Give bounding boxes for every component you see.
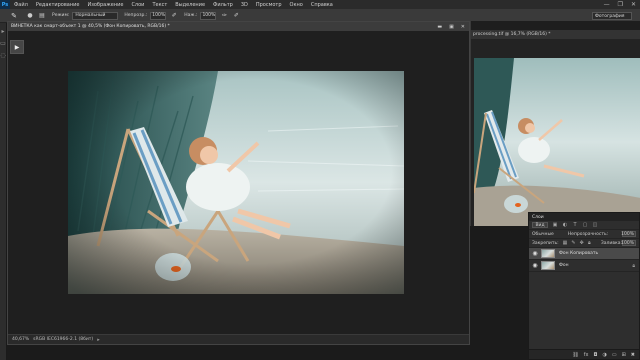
link-icon[interactable]: ⛓: [572, 352, 578, 358]
new-layer-icon[interactable]: ⊞: [622, 352, 626, 358]
status-menu-icon[interactable]: ▸: [97, 337, 100, 343]
menu-window[interactable]: Окно: [290, 2, 303, 8]
blend-mode-select[interactable]: Обычные: [532, 232, 554, 237]
layer-name: Фон Копировать: [559, 251, 599, 256]
doc-close-icon[interactable]: ✕: [461, 24, 465, 30]
layer-lock-icon: 🔒︎: [632, 262, 635, 269]
brush-panel-icon[interactable]: ▤: [38, 12, 46, 20]
second-document-titlebar[interactable]: processing.tif @ 16,7% (RGB/16) *: [471, 30, 640, 39]
layer-thumbnail: [541, 261, 555, 270]
opacity-label: Непрозр.:: [124, 13, 148, 18]
document-info: sRGB IEC61966-2.1 (8бит): [33, 337, 94, 342]
trash-icon[interactable]: ✖: [631, 352, 635, 358]
menu-items: Файл Редактирование Изображение Слои Тек…: [14, 2, 333, 8]
lock-all-icon[interactable]: 🔒︎: [588, 240, 591, 246]
adjustment-icon[interactable]: ◑: [602, 352, 606, 358]
layer-kind-filter[interactable]: Вид: [532, 222, 548, 228]
lock-transparent-icon[interactable]: ▦: [563, 240, 568, 246]
document-titlebar[interactable]: ВИНЕТКА как смарт-объект 1 @ 40,5% (Фон …: [8, 22, 469, 31]
document-title: ВИНЕТКА как смарт-объект 1 @ 40,5% (Фон …: [11, 24, 170, 29]
status-bar: 40,67% sRGB IEC61966-2.1 (8бит) ▸: [8, 334, 469, 344]
airbrush-icon[interactable]: ✑: [220, 12, 228, 20]
pixel-filter-icon[interactable]: ▣: [552, 222, 558, 228]
play-icon[interactable]: ▶: [10, 40, 24, 54]
window-controls: — ❐ ✕: [604, 0, 636, 9]
flow-label: Наж.:: [184, 13, 198, 18]
lock-position-icon[interactable]: ✥: [580, 240, 584, 246]
visibility-eye-icon[interactable]: ◉: [531, 262, 539, 269]
mode-select[interactable]: Нормальный: [72, 11, 119, 20]
shape-filter-icon[interactable]: ▢: [582, 222, 588, 228]
menu-3d[interactable]: 3D: [241, 2, 248, 8]
canvas-photo[interactable]: [68, 71, 404, 294]
blend-row: Обычные Непрозрачность: 100%: [529, 230, 639, 239]
app-logo: Ps: [0, 0, 10, 9]
zoom-readout[interactable]: 40,67%: [12, 337, 29, 342]
minimize-icon[interactable]: —: [604, 1, 610, 8]
mask-icon[interactable]: ◘: [594, 352, 598, 358]
layer-name: Фон: [559, 263, 569, 268]
document-window: ВИНЕТКА как смарт-объект 1 @ 40,5% (Фон …: [7, 21, 470, 345]
close-icon[interactable]: ✕: [631, 1, 636, 8]
menu-view[interactable]: Просмотр: [256, 2, 282, 8]
second-document-window: processing.tif @ 16,7% (RGB/16) *: [470, 21, 640, 226]
layer-opacity-field[interactable]: 100%: [621, 231, 636, 237]
photo-artwork: [68, 71, 404, 294]
opacity-field[interactable]: 100%: [150, 11, 167, 20]
second-canvas-photo[interactable]: [474, 58, 640, 226]
fill-label: Заливка:: [600, 240, 622, 246]
menu-help[interactable]: Справка: [311, 2, 333, 8]
layer-thumbnail: [541, 249, 555, 258]
lock-label: Закрепить:: [532, 240, 559, 246]
layer-row-bg[interactable]: ◉ Фон 🔒︎: [529, 260, 639, 272]
menu-file[interactable]: Файл: [14, 2, 28, 8]
layer-filter-row: Вид ▣ ◐ T ▢ ◫: [529, 221, 639, 230]
layers-tab[interactable]: Слои: [529, 213, 639, 221]
layer-opacity-label: Непрозрачность:: [567, 231, 609, 237]
workspace-select[interactable]: Фотография: [592, 12, 632, 20]
restore-icon[interactable]: ❐: [618, 1, 623, 8]
layer-row-bg-copy[interactable]: ◉ Фон Копировать: [529, 248, 639, 260]
fx-icon[interactable]: fx: [584, 352, 589, 358]
layers-footer: ⛓ fx ◘ ◑ ▭ ⊞ ✖: [529, 349, 639, 359]
brush-icon[interactable]: ✎: [6, 11, 22, 21]
lasso-tool-icon[interactable]: ◌: [0, 51, 6, 59]
brush-preset-icon[interactable]: ●: [26, 12, 34, 20]
menu-filter[interactable]: Фильтр: [213, 2, 233, 8]
menu-image[interactable]: Изображение: [87, 2, 123, 8]
layers-panel: Слои Вид ▣ ◐ T ▢ ◫ Обычные Непрозрачност…: [528, 212, 640, 360]
second-document-spacer: [471, 21, 640, 30]
marquee-tool-icon[interactable]: ▭: [0, 39, 6, 47]
canvas-area[interactable]: ▶: [8, 31, 469, 336]
mode-label: Режим:: [52, 13, 70, 18]
type-filter-icon[interactable]: T: [572, 222, 578, 228]
pressure-opacity-icon[interactable]: ✐: [170, 12, 178, 20]
second-document-title: processing.tif @ 16,7% (RGB/16) *: [473, 32, 551, 37]
lock-pixels-icon[interactable]: ✎: [571, 240, 575, 246]
lock-row: Закрепить: ▦ ✎ ✥ 🔒︎ Заливка: 100%: [529, 239, 639, 248]
visibility-eye-icon[interactable]: ◉: [531, 250, 539, 257]
flow-field[interactable]: 100%: [200, 11, 217, 20]
smart-filter-icon[interactable]: ◫: [592, 222, 598, 228]
fill-field[interactable]: 100%: [621, 240, 636, 246]
folder-icon[interactable]: ▭: [612, 352, 617, 358]
menu-layers[interactable]: Слои: [131, 2, 144, 8]
pressure-size-icon[interactable]: ✐: [232, 12, 240, 20]
doc-minimize-icon[interactable]: ▬: [437, 24, 442, 30]
document-window-controls: ▬ ▣ ✕: [437, 22, 465, 31]
tools-panel: ▸ ▭ ◌: [0, 23, 7, 360]
move-tool-icon[interactable]: ▸: [0, 27, 6, 35]
doc-maximize-icon[interactable]: ▣: [449, 24, 454, 30]
menu-edit[interactable]: Редактирование: [36, 2, 80, 8]
menu-type[interactable]: Текст: [152, 2, 167, 8]
adjustment-filter-icon[interactable]: ◐: [562, 222, 568, 228]
menu-bar: Ps Файл Редактирование Изображение Слои …: [0, 0, 640, 9]
second-photo-artwork: [474, 58, 640, 226]
menu-select[interactable]: Выделение: [175, 2, 205, 8]
